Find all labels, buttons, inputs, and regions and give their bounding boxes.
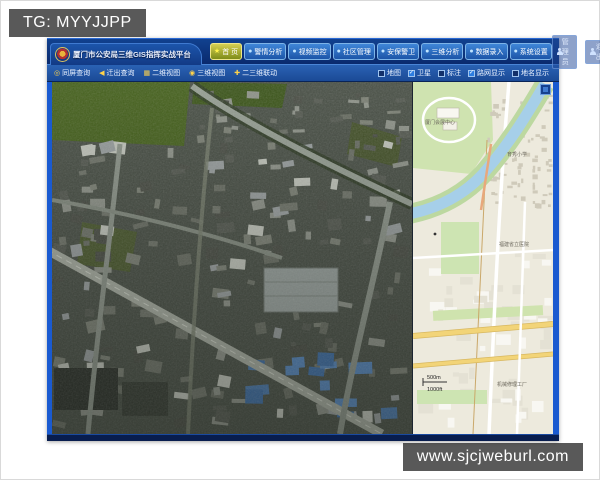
road-network-checkbox[interactable]	[468, 69, 475, 77]
menu-data-entry-button[interactable]: ● 数据录入	[465, 43, 508, 60]
video-monitor-icon: ●	[292, 48, 297, 55]
menu-community-button[interactable]: ● 社区管理	[332, 43, 375, 60]
place-names-checkbox[interactable]	[512, 69, 519, 77]
toolbar-item-label: 同屏查询	[62, 70, 91, 78]
menu-3d-analysis-button[interactable]: ● 三维分析	[421, 43, 464, 60]
layer-toggle-group: 地图 卫星 标注 路网显示 地名显示	[378, 68, 549, 78]
link-2d3d-button[interactable]: ✚ 二三维联动	[234, 68, 277, 78]
home-star-icon: ★	[213, 48, 221, 55]
satellite-layer-checkbox[interactable]	[408, 69, 415, 77]
sync-query-icon: ◎	[54, 69, 61, 77]
link-2d3d-icon: ✚	[234, 69, 241, 77]
cube-3d-icon: ●	[425, 48, 430, 55]
app-title: 厦门市公安局三维GIS指挥实战平台	[73, 49, 191, 59]
menu-label: 视频监控	[298, 48, 327, 56]
toolbar-item-label: 三维视图	[197, 70, 226, 78]
street-canvas: 厦门会展中心育秀小学福建省立医院机械修理工厂 500m 1000ft	[413, 82, 553, 435]
window-bottom-bar	[47, 434, 559, 441]
logout-label: 退出	[595, 43, 600, 61]
toggle-label: 路网显示	[477, 70, 505, 78]
page: { "tg_badge": { "text": "TG: MYYJJPP" },…	[0, 0, 600, 480]
svg-text:福建省立医院: 福建省立医院	[499, 241, 529, 248]
street-map[interactable]: 厦门会展中心育秀小学福建省立医院 机械修理工厂 500m 1000ft	[413, 82, 553, 435]
user-icon	[556, 48, 563, 55]
view-3d-button[interactable]: ◉ 三维视图	[189, 68, 225, 78]
sync-query-button[interactable]: ◎ 同屏查询	[54, 68, 90, 78]
toggle-place-names[interactable]: 地名显示	[512, 68, 549, 78]
svg-text:1000ft: 1000ft	[427, 387, 443, 393]
menu-home-button[interactable]: ★ 首 页	[209, 43, 243, 60]
menu-alarm-analysis-button[interactable]: ● 警情分析	[244, 43, 287, 60]
toolbar-left-group: ◎ 同屏查询 ◀ 迁出查询 ▦ 二维视图 ◉ 三维视图 ✚ 二三维联动	[54, 68, 277, 78]
satellite-canvas	[52, 82, 412, 435]
toggle-annotation-layer[interactable]: 标注	[438, 68, 461, 78]
app-title-tab: 厦门市公安局三维GIS指挥实战平台	[50, 42, 202, 65]
toggle-label: 地名显示	[521, 70, 549, 78]
logout-user-icon	[589, 48, 596, 55]
toolbar-item-label: 迁出查询	[106, 70, 135, 78]
svg-text:500m: 500m	[427, 375, 441, 381]
map-3d-icon: ◉	[189, 69, 196, 77]
svg-text:机械修理工厂: 机械修理工厂	[497, 381, 527, 388]
main-menu: ★ 首 页 ● 警情分析 ● 视频监控 ● 社区管理 ● 安保警卫 ● 三维分析…	[209, 43, 552, 60]
toggle-road-network[interactable]: 路网显示	[468, 68, 505, 78]
svg-text:厦门会展中心: 厦门会展中心	[425, 119, 455, 126]
titlebar: 厦门市公安局三维GIS指挥实战平台 ★ 首 页 ● 警情分析 ● 视频监控 ● …	[47, 34, 600, 69]
data-entry-icon: ●	[469, 48, 474, 55]
menu-label: 安保警卫	[387, 48, 416, 56]
map-toolbar: ◎ 同屏查询 ◀ 迁出查询 ▦ 二维视图 ◉ 三维视图 ✚ 二三维联动 地图 卫…	[47, 64, 559, 83]
menu-label: 警情分析	[254, 48, 283, 56]
map-layer-checkbox[interactable]	[378, 69, 385, 77]
menu-video-monitor-button[interactable]: ● 视频监控	[288, 43, 331, 60]
community-icon: ●	[336, 48, 341, 55]
logout-button[interactable]: 退出	[584, 39, 600, 64]
toggle-label: 卫星	[417, 70, 431, 78]
admin-user-button[interactable]: 管理员	[551, 34, 577, 69]
police-badge-logo	[55, 46, 70, 62]
gis-app-window: 厦门市公安局三维GIS指挥实战平台 ★ 首 页 ● 警情分析 ● 视频监控 ● …	[47, 34, 600, 441]
tg-watermark-badge: TG: MYYJJPP	[9, 9, 146, 37]
collapse-panel-button[interactable]	[540, 84, 551, 96]
menu-label: 三维分析	[431, 48, 460, 56]
satellite-map[interactable]	[52, 82, 412, 435]
export-query-button[interactable]: ◀ 迁出查询	[99, 68, 134, 78]
url-watermark-badge: www.sjcjweburl.com	[402, 443, 583, 471]
toolbar-item-label: 二三维联动	[242, 70, 278, 78]
alarm-analysis-icon: ●	[248, 48, 253, 55]
toggle-label: 标注	[447, 70, 461, 78]
toggle-map-layer[interactable]: 地图	[378, 68, 401, 78]
menu-label: 首 页	[222, 48, 239, 56]
toggle-label: 地图	[387, 70, 401, 78]
view-2d-button[interactable]: ▦ 二维视图	[144, 68, 181, 78]
menu-settings-button[interactable]: ● 系统设置	[509, 43, 552, 60]
svg-text:育秀小学: 育秀小学	[507, 151, 527, 158]
admin-label: 管理员	[561, 38, 569, 66]
toolbar-item-label: 二维视图	[152, 70, 181, 78]
menu-security-guard-button[interactable]: ● 安保警卫	[376, 43, 420, 60]
map-2d-icon: ▦	[143, 69, 151, 77]
annotation-layer-checkbox[interactable]	[438, 69, 445, 77]
gear-icon: ●	[513, 48, 518, 55]
export-query-icon: ◀	[99, 69, 105, 77]
security-guard-icon: ●	[380, 48, 386, 55]
menu-label: 社区管理	[342, 48, 371, 56]
map-split-view: 厦门会展中心育秀小学福建省立医院 机械修理工厂 500m 1000ft	[47, 82, 559, 435]
toggle-satellite-layer[interactable]: 卫星	[408, 68, 431, 78]
user-links: 管理员 退出	[551, 34, 600, 69]
menu-label: 数据录入	[475, 48, 504, 56]
menu-label: 系统设置	[519, 48, 548, 56]
